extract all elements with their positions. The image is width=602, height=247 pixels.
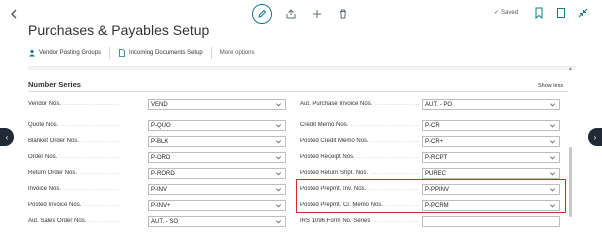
field-value: AUT. - SO (151, 218, 179, 225)
action-bar: Vendor Posting Groups Incoming Documents… (28, 46, 576, 60)
chevron-down-icon (276, 103, 281, 107)
field-value: P-INV+ (151, 202, 171, 209)
page-title: Purchases & Payables Setup (28, 22, 210, 38)
highlight-annotation (296, 179, 566, 213)
open-new-window-button[interactable] (555, 6, 567, 20)
window-controls (533, 6, 589, 20)
pencil-icon (258, 9, 267, 18)
bookmark-icon (535, 7, 543, 19)
field-label: IRS 1096 Form No. Series (300, 218, 420, 224)
action-label: Vendor Posting Groups (39, 50, 102, 56)
new-window-icon (557, 8, 565, 18)
field-value: P-BLK (151, 138, 169, 145)
aut-purchase-invoice-nos-field[interactable]: AUT. - PO (422, 99, 560, 110)
incoming-documents-setup-action[interactable]: Incoming Documents Setup (118, 47, 212, 59)
field-value: P-QUO (151, 122, 171, 129)
field-value: P-RCPT (425, 154, 448, 161)
blanket-order-nos-field[interactable]: P-BLK (148, 136, 286, 147)
scroll-up-icon[interactable]: ▲ (568, 66, 573, 72)
section-title[interactable]: Number Series (28, 80, 81, 89)
share-icon (286, 9, 296, 19)
credit-memo-nos-field[interactable]: P-CR (422, 120, 560, 131)
field-value: P-ORD (151, 154, 171, 161)
chevron-down-icon (276, 204, 281, 208)
vendor-posting-groups-action[interactable]: Vendor Posting Groups (28, 47, 111, 59)
chevron-down-icon (276, 172, 281, 176)
document-icon (118, 49, 126, 57)
more-options-button[interactable]: More options (220, 47, 263, 59)
vendor-icon (28, 49, 36, 57)
field-label: Blanket Order Nos. (28, 138, 120, 144)
saved-status: ✓ Saved (494, 9, 519, 17)
chevron-down-icon (550, 103, 555, 107)
field-label: Vendor Nos. (28, 101, 120, 107)
return-order-nos-field[interactable]: P-RORD (148, 168, 286, 179)
content-divider (28, 66, 576, 70)
field-label: Aut. Purchase Invoice Nos. (300, 101, 420, 107)
action-label: More options (219, 50, 255, 56)
bookmark-button[interactable] (533, 6, 545, 20)
posted-credit-memo-nos-field[interactable]: P-CR+ (422, 136, 560, 147)
field-value: VEND (151, 101, 168, 108)
field-label: Order Nos. (28, 154, 120, 160)
previous-record-button[interactable]: ‹ (0, 128, 14, 146)
collapse-button[interactable] (577, 6, 589, 20)
chevron-down-icon (276, 220, 281, 224)
invoice-nos-field[interactable]: P-INV (148, 184, 286, 195)
field-label: Return Order Nos. (28, 170, 120, 176)
field-label: Invoice Nos. (28, 186, 120, 192)
trash-icon (340, 9, 346, 19)
new-button[interactable] (310, 7, 324, 21)
delete-button[interactable] (336, 7, 350, 21)
field-value: AUT. - PO (425, 101, 453, 108)
posted-return-shpt-nos-field[interactable]: PUREC (422, 168, 560, 179)
action-label: Incoming Documents Setup (129, 50, 203, 56)
quote-nos-field[interactable]: P-QUO (148, 120, 286, 131)
field-label: Credit Memo Nos. (300, 122, 420, 128)
posted-receipt-nos-field[interactable]: P-RCPT (422, 152, 560, 163)
section-divider (28, 91, 568, 92)
vendor-nos-field[interactable]: VEND (148, 99, 286, 110)
scrollbar-thumb[interactable] (569, 147, 572, 217)
next-record-button[interactable]: › (588, 128, 602, 146)
show-less-link[interactable]: Show less (538, 83, 563, 89)
irs-1096-form-no-series-field[interactable] (422, 216, 560, 227)
plus-icon (313, 10, 321, 18)
aut-sales-order-nos-field[interactable]: AUT. - SO (148, 216, 286, 227)
field-value: P-INV (151, 186, 168, 193)
chevron-down-icon (550, 172, 555, 176)
field-label: Posted Credit Memo Nos. (300, 138, 420, 144)
field-value: P-RORD (151, 170, 175, 177)
field-label: Quote Nos. (28, 122, 120, 128)
chevron-down-icon (276, 156, 281, 160)
page-toolbar (252, 4, 350, 24)
field-value: P-CR (425, 122, 440, 129)
edit-button[interactable] (252, 4, 272, 24)
field-value: P-CR+ (425, 138, 444, 145)
chevron-down-icon (276, 140, 281, 144)
collapse-arrows-icon (578, 8, 588, 18)
field-label: Posted Invoice Nos. (28, 202, 120, 208)
order-nos-field[interactable]: P-ORD (148, 152, 286, 163)
chevron-left-icon: ‹ (5, 132, 9, 142)
chevron-down-icon (276, 124, 281, 128)
back-arrow-icon[interactable] (8, 8, 20, 20)
check-icon: ✓ (494, 10, 500, 16)
saved-label: Saved (501, 9, 519, 16)
field-label: Posted Receipt Nos. (300, 154, 420, 160)
chevron-down-icon (550, 156, 555, 160)
chevron-right-icon: › (593, 132, 597, 142)
chevron-down-icon (276, 188, 281, 192)
field-label: Aut. Sales Order Nos. (28, 218, 120, 224)
field-value: PUREC (425, 170, 447, 177)
chevron-down-icon (550, 140, 555, 144)
field-label: Posted Return Shpt. Nos. (300, 170, 420, 176)
share-button[interactable] (284, 7, 298, 21)
posted-invoice-nos-field[interactable]: P-INV+ (148, 200, 286, 211)
chevron-down-icon (550, 124, 555, 128)
